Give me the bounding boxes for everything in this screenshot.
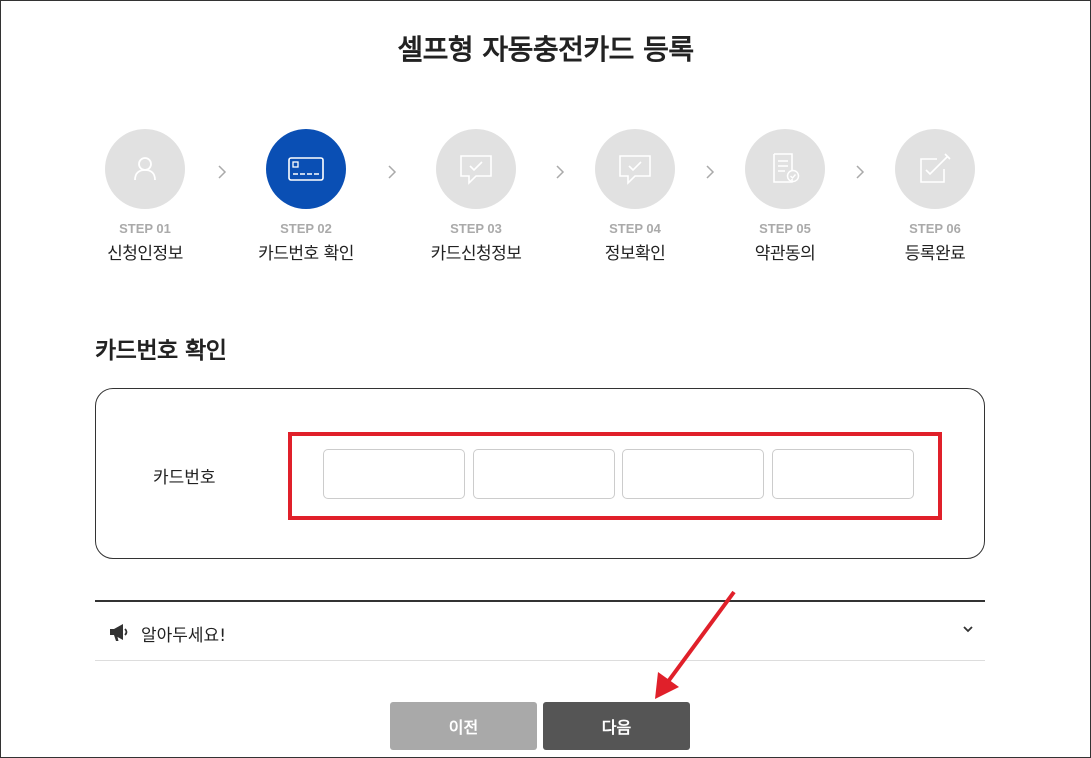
person-icon	[134, 157, 156, 181]
notice-title: 알아두세요!	[141, 626, 227, 646]
prev-button[interactable]: 이전	[390, 702, 537, 750]
page-title: 셀프형 자동충전카드 등록	[397, 33, 694, 66]
step-3-label: 카드신청정보	[430, 244, 522, 264]
step-3: STEP 03 카드신청정보	[406, 129, 546, 264]
step-3-circle	[436, 129, 516, 209]
card-number-input-4[interactable]	[772, 449, 914, 499]
section-title: 카드번호 확인	[95, 338, 227, 364]
step-6-label: 등록완료	[904, 244, 966, 264]
notice-accordion[interactable]: 알아두세요!	[95, 600, 985, 661]
chat-check-icon	[619, 155, 651, 185]
megaphone-icon	[110, 624, 128, 641]
step-6-number: STEP 06	[909, 221, 961, 236]
document-check-icon	[773, 153, 800, 183]
credit-card-icon	[288, 157, 324, 181]
chat-check-icon	[460, 155, 492, 185]
step-4-label: 정보확인	[604, 244, 666, 264]
step-6: STEP 06 등록완료	[865, 129, 1005, 264]
step-5-label: 약관동의	[754, 244, 816, 264]
step-5-number: STEP 05	[759, 221, 811, 236]
step-3-number: STEP 03	[450, 221, 502, 236]
step-4-circle	[595, 129, 675, 209]
step-2: STEP 02 카드번호 확인	[236, 129, 376, 264]
step-2-number: STEP 02	[280, 221, 332, 236]
step-5: STEP 05 약관동의	[715, 129, 855, 264]
step-1-label: 신청인정보	[107, 244, 183, 264]
step-5-circle	[745, 129, 825, 209]
step-4-number: STEP 04	[609, 221, 661, 236]
step-2-circle	[266, 129, 346, 209]
chevron-down-icon[interactable]	[961, 624, 975, 634]
step-6-circle	[895, 129, 975, 209]
card-number-label: 카드번호	[153, 468, 216, 488]
step-1-number: STEP 01	[119, 221, 171, 236]
card-number-input-1[interactable]	[323, 449, 465, 499]
chevron-right-icon	[388, 165, 397, 179]
chevron-right-icon	[218, 165, 227, 179]
edit-check-icon	[920, 153, 951, 183]
card-number-input-3[interactable]	[622, 449, 764, 499]
card-number-input-2[interactable]	[473, 449, 615, 499]
step-1-circle	[105, 129, 185, 209]
step-4: STEP 04 정보확인	[565, 129, 705, 264]
step-1: STEP 01 신청인정보	[75, 129, 215, 264]
step-2-label: 카드번호 확인	[258, 244, 354, 264]
next-button[interactable]: 다음	[543, 702, 690, 750]
